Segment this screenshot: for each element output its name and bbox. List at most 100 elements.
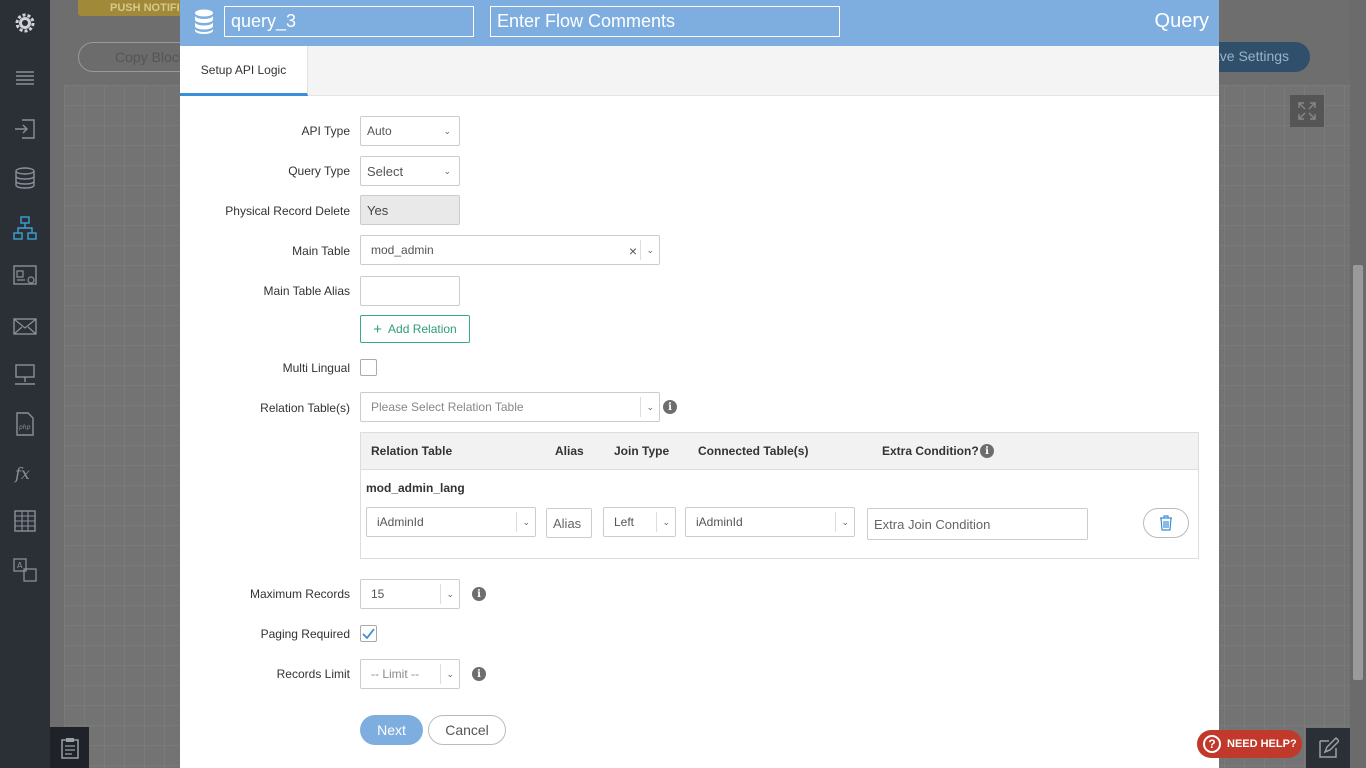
function-icon[interactable]: fx — [0, 453, 50, 493]
svg-text:fx: fx — [14, 464, 30, 483]
login-icon[interactable] — [0, 109, 50, 149]
main-table-alias-input[interactable] — [360, 276, 460, 306]
database-icon — [194, 9, 214, 38]
scrollbar-thumb[interactable] — [1353, 265, 1363, 680]
relation-table-name: mod_admin_lang — [366, 481, 465, 495]
settings-icon[interactable] — [0, 3, 50, 43]
main-table-value: mod_admin — [371, 243, 434, 257]
extra-condition-input[interactable]: Extra Join Condition — [867, 508, 1088, 540]
query-modal: Query Setup API Logic API Type Auto ⌄ Qu… — [180, 0, 1219, 768]
clipboard-icon[interactable] — [50, 727, 89, 768]
join-type-value: Left — [614, 515, 635, 529]
physical-delete-label: Physical Record Delete — [225, 204, 350, 218]
connected-table-value: iAdminId — [696, 515, 743, 529]
flow-name-input[interactable] — [224, 6, 474, 37]
api-type-select[interactable]: Auto ⌄ — [360, 116, 460, 146]
select-divider — [516, 512, 517, 532]
chevron-down-icon: ⌄ — [443, 166, 451, 176]
table-icon[interactable] — [0, 501, 50, 541]
select-divider — [640, 397, 641, 417]
svg-text:php: php — [18, 424, 31, 431]
edit-note-button[interactable] — [1306, 728, 1350, 768]
info-icon[interactable]: i — [472, 587, 486, 601]
header-join-type: Join Type — [614, 444, 670, 458]
menu-icon[interactable] — [0, 58, 50, 98]
translate-icon[interactable]: A — [0, 550, 50, 590]
join-type-select[interactable]: Left ⌄ — [603, 507, 676, 537]
cancel-button[interactable]: Cancel — [428, 715, 506, 745]
relation-alias-input[interactable]: Alias — [546, 508, 592, 538]
php-file-icon[interactable]: php — [0, 404, 50, 444]
tab-setup-api-logic[interactable]: Setup API Logic — [180, 46, 308, 96]
plus-icon: + — [373, 320, 383, 338]
api-type-value: Auto — [367, 124, 392, 138]
add-relation-label: Add Relation — [388, 322, 457, 336]
relation-field-select[interactable]: iAdminId ⌄ — [366, 507, 536, 537]
records-limit-value: -- Limit -- — [371, 667, 419, 681]
maximum-records-select[interactable]: 15 ⌄ — [360, 579, 460, 609]
modal-title: Query — [1154, 10, 1209, 32]
info-icon[interactable]: i — [663, 400, 677, 414]
relation-tables-select[interactable]: Please Select Relation Table ⌄ — [360, 392, 660, 422]
checkmark-icon — [362, 628, 375, 639]
maximum-records-label: Maximum Records — [249, 587, 350, 601]
chevron-down-icon: ⌄ — [446, 589, 454, 599]
tab-bar: Setup API Logic — [180, 46, 1219, 96]
next-button[interactable]: Next — [360, 715, 423, 745]
flow-icon[interactable] — [0, 208, 50, 248]
connected-table-select[interactable]: iAdminId ⌄ — [685, 507, 855, 537]
select-divider — [640, 240, 641, 260]
chevron-down-icon: ⌄ — [646, 245, 654, 255]
maximum-records-value: 15 — [371, 587, 385, 601]
flow-comments-input[interactable] — [490, 6, 840, 37]
need-help-button[interactable]: ? NEED HELP? — [1197, 730, 1302, 758]
chevron-down-icon: ⌄ — [443, 126, 451, 136]
query-type-value: Select — [367, 163, 404, 179]
desktop-network-icon[interactable] — [0, 355, 50, 395]
relation-table: Relation Table Alias Join Type Connected… — [360, 432, 1199, 559]
svg-text:A: A — [17, 561, 23, 570]
relation-tables-label: Relation Table(s) — [260, 401, 350, 415]
paging-required-checkbox[interactable] — [360, 625, 377, 642]
question-icon: ? — [1203, 735, 1221, 753]
records-limit-label: Records Limit — [276, 667, 350, 681]
chevron-down-icon: ⌄ — [522, 517, 530, 527]
relation-tables-placeholder: Please Select Relation Table — [371, 400, 524, 414]
paging-required-label: Paging Required — [260, 627, 350, 641]
select-divider — [440, 664, 441, 684]
trash-icon — [1160, 515, 1172, 531]
chevron-down-icon: ⌄ — [446, 669, 454, 679]
main-table-alias-label: Main Table Alias — [263, 284, 351, 298]
select-divider — [835, 512, 836, 532]
edit-icon — [1319, 737, 1339, 758]
header-relation-table: Relation Table — [371, 444, 453, 458]
push-notification-button: PUSH NOTIFI — [78, 0, 188, 16]
physical-delete-value: Yes — [367, 202, 389, 218]
physical-delete-field: Yes — [360, 195, 460, 225]
modal-header: Query — [180, 0, 1219, 46]
screen-settings-icon[interactable] — [0, 256, 50, 296]
mail-icon[interactable] — [0, 306, 50, 346]
delete-relation-button[interactable] — [1143, 508, 1189, 538]
clear-icon[interactable]: × — [629, 243, 637, 259]
api-type-label: API Type — [301, 124, 350, 138]
select-divider — [656, 512, 657, 532]
database-icon[interactable] — [0, 158, 50, 198]
add-relation-button[interactable]: + Add Relation — [360, 315, 470, 343]
main-table-label: Main Table — [292, 244, 350, 258]
info-icon[interactable]: i — [472, 667, 486, 681]
left-sidebar: php fx A — [0, 0, 50, 768]
select-divider — [440, 584, 441, 604]
records-limit-select[interactable]: -- Limit -- ⌄ — [360, 659, 460, 689]
info-icon[interactable]: i — [980, 444, 994, 458]
chevron-down-icon: ⌄ — [646, 402, 654, 412]
query-type-label: Query Type — [288, 164, 350, 178]
page-scrollbar[interactable] — [1350, 0, 1366, 768]
multi-lingual-checkbox[interactable] — [360, 359, 377, 376]
main-table-select[interactable]: mod_admin × ⌄ — [360, 235, 660, 265]
relation-field-value: iAdminId — [377, 515, 424, 529]
expand-icon — [1290, 95, 1324, 127]
query-type-select[interactable]: Select ⌄ — [360, 156, 460, 186]
multi-lingual-label: Multi Lingual — [282, 361, 350, 375]
chevron-down-icon: ⌄ — [662, 517, 670, 527]
